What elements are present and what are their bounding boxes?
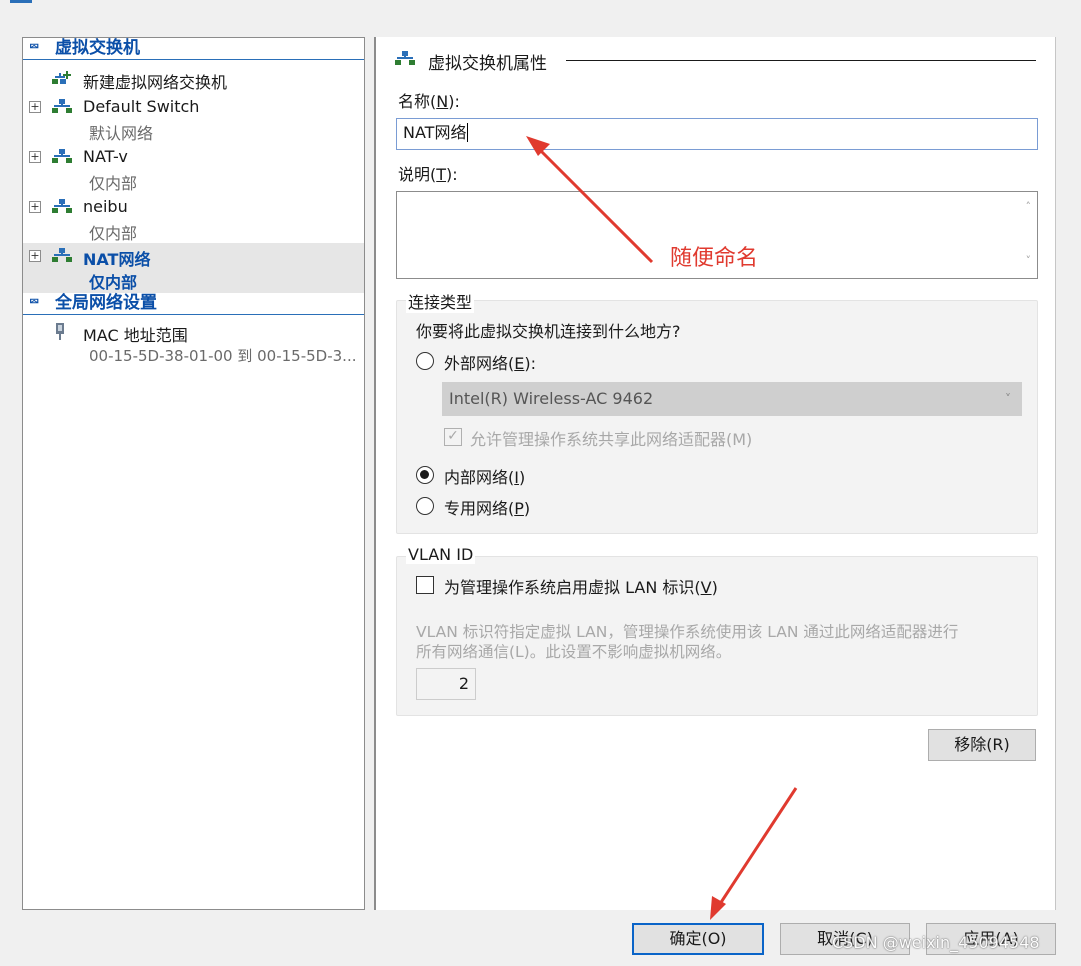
section-header-virtual-switches[interactable]: ⮹ 虚拟交换机 bbox=[23, 38, 364, 60]
allow-mgmt-label: 允许管理操作系统共享此网络适配器(M) bbox=[470, 430, 753, 449]
window-top-edge bbox=[0, 0, 1081, 6]
connection-type-title: 连接类型 bbox=[406, 289, 475, 313]
external-network-radio[interactable] bbox=[416, 352, 434, 370]
vlan-description-line1: VLAN 标识符指定虚拟 LAN，管理操作系统使用该 LAN 通过此网络适配器进… bbox=[416, 623, 959, 641]
tree-item-default-switch[interactable]: + Default Switch 默认网络 bbox=[23, 94, 364, 144]
switch-tree-panel[interactable]: ⮹ 虚拟交换机 新建虚拟网络交换机 + Default Switch 默认网络 … bbox=[22, 37, 365, 910]
expand-icon[interactable]: + bbox=[29, 201, 41, 213]
tree-item-subtitle: 默认网络 bbox=[89, 124, 154, 143]
tree-item-title: Default Switch bbox=[83, 97, 200, 116]
name-label: 名称(N): bbox=[398, 92, 460, 111]
network-switch-icon bbox=[52, 199, 72, 213]
expand-icon[interactable]: + bbox=[29, 250, 41, 262]
connection-question: 你要将此虚拟交换机连接到什么地方? bbox=[416, 322, 681, 341]
section-header-label: 全局网络设置 bbox=[55, 293, 157, 313]
scroll-up-icon[interactable]: ˄ bbox=[1026, 200, 1032, 213]
private-network-radio[interactable] bbox=[416, 497, 434, 515]
private-network-label: 专用网络(P) bbox=[444, 499, 531, 518]
tree-item-title: 新建虚拟网络交换机 bbox=[83, 73, 228, 92]
network-adapter-select[interactable]: Intel(R) Wireless-AC 9462 ˅ bbox=[442, 382, 1022, 416]
section-title: 虚拟交换机属性 bbox=[428, 54, 547, 74]
name-input[interactable]: NAT网络 bbox=[396, 118, 1038, 150]
network-switch-icon bbox=[52, 248, 72, 262]
network-switch-icon bbox=[395, 51, 415, 65]
description-label: 说明(T): bbox=[398, 165, 458, 184]
vlan-enable-checkbox[interactable] bbox=[416, 576, 434, 594]
tree-item-subtitle: 00-15-5D-38-01-00 到 00-15-5D-3... bbox=[89, 347, 357, 365]
collapse-chevron-icon[interactable]: ⮹ bbox=[29, 293, 39, 313]
remove-button[interactable]: 移除(R) bbox=[928, 729, 1036, 761]
chevron-down-icon: ˅ bbox=[1005, 392, 1011, 406]
vlan-description-line2: 所有网络通信(L)。此设置不影响虚拟机网络。 bbox=[416, 643, 732, 661]
network-switch-icon bbox=[52, 149, 72, 163]
tree-item-subtitle: 仅内部 bbox=[89, 224, 138, 243]
internal-network-radio[interactable] bbox=[416, 466, 434, 484]
tree-item-subtitle: 仅内部 bbox=[89, 273, 138, 292]
allow-mgmt-checkbox[interactable]: ✓ bbox=[444, 428, 462, 446]
expand-icon[interactable]: + bbox=[29, 101, 41, 113]
vlan-id-input[interactable]: 2 bbox=[416, 668, 476, 700]
scroll-down-icon[interactable]: ˅ bbox=[1026, 254, 1032, 267]
external-network-label: 外部网络(E): bbox=[444, 354, 536, 373]
section-header-global-network[interactable]: ⮹ 全局网络设置 bbox=[23, 293, 364, 315]
section-header-label: 虚拟交换机 bbox=[55, 38, 140, 58]
collapse-chevron-icon[interactable]: ⮹ bbox=[29, 38, 39, 58]
tree-item-new-switch[interactable]: 新建虚拟网络交换机 bbox=[23, 66, 364, 92]
window-icon-fragment bbox=[10, 0, 32, 3]
network-adapter-icon bbox=[56, 323, 64, 340]
vlan-enable-label: 为管理操作系统启用虚拟 LAN 标识(V) bbox=[444, 578, 718, 597]
tree-item-nat-network[interactable]: + NAT网络 仅内部 bbox=[23, 243, 364, 293]
tree-item-title: NAT网络 bbox=[83, 250, 151, 269]
network-switch-icon bbox=[52, 99, 72, 113]
tree-item-title: NAT-v bbox=[83, 147, 128, 166]
tree-item-subtitle: 仅内部 bbox=[89, 174, 138, 193]
tree-item-title: neibu bbox=[83, 197, 128, 216]
internal-network-label: 内部网络(I) bbox=[444, 468, 526, 487]
tree-item-title: MAC 地址范围 bbox=[83, 326, 188, 345]
tree-item-mac-range[interactable]: MAC 地址范围 00-15-5D-38-01-00 到 00-15-5D-3.… bbox=[23, 320, 364, 370]
new-switch-icon bbox=[52, 71, 71, 84]
annotation-note: 随便命名 bbox=[670, 246, 759, 271]
ok-button[interactable]: 确定(O) bbox=[632, 923, 764, 955]
section-divider bbox=[566, 60, 1036, 61]
tree-item-nat-v[interactable]: + NAT-v 仅内部 bbox=[23, 144, 364, 194]
tree-item-neibu[interactable]: + neibu 仅内部 bbox=[23, 194, 364, 244]
vlan-group-title: VLAN ID bbox=[406, 545, 476, 564]
expand-icon[interactable]: + bbox=[29, 151, 41, 163]
watermark: CSDN @weixin_45094548 bbox=[832, 933, 1040, 952]
